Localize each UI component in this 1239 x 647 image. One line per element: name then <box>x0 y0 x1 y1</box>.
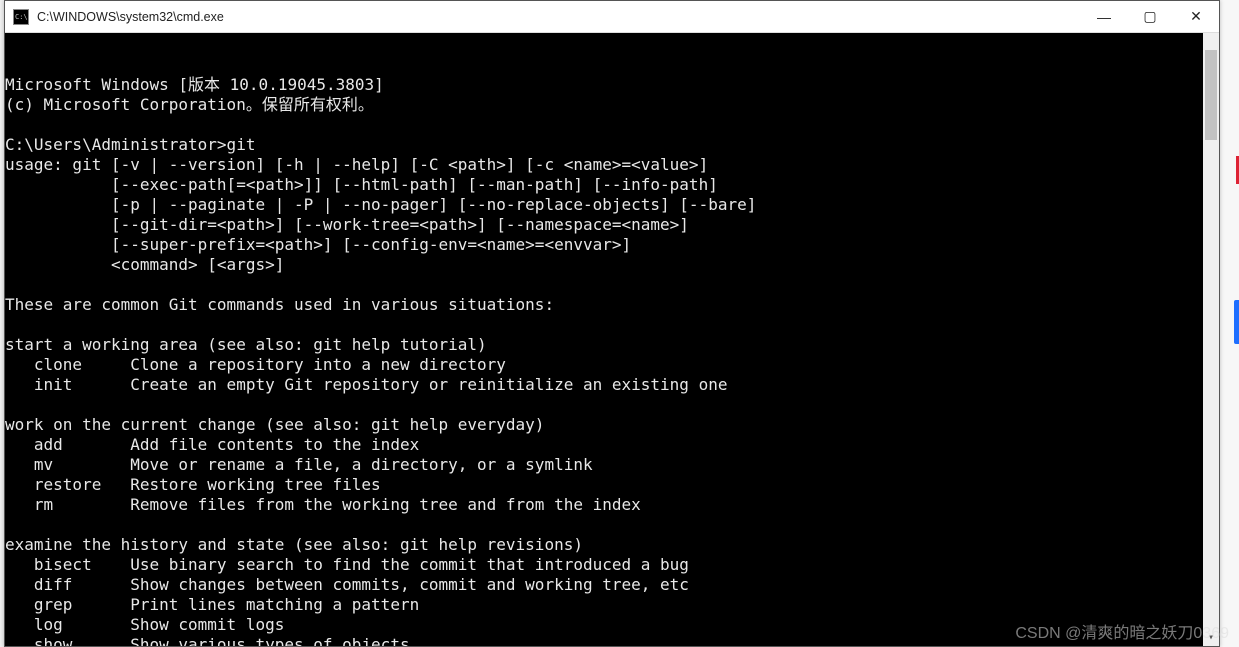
terminal-line: bisect Use binary search to find the com… <box>5 555 1219 575</box>
terminal-line: <command> [<args>] <box>5 255 1219 275</box>
terminal-line: examine the history and state (see also:… <box>5 535 1219 555</box>
titlebar[interactable]: C:\WINDOWS\system32\cmd.exe — ▢ ✕ <box>5 1 1219 33</box>
terminal-line: restore Restore working tree files <box>5 475 1219 495</box>
terminal-line <box>5 275 1219 295</box>
terminal-line: C:\Users\Administrator>git <box>5 135 1219 155</box>
close-icon: ✕ <box>1190 8 1202 25</box>
terminal-line: start a working area (see also: git help… <box>5 335 1219 355</box>
minimize-icon: — <box>1097 9 1111 25</box>
maximize-icon: ▢ <box>1143 8 1156 25</box>
cmd-icon <box>13 9 29 25</box>
terminal-line: Microsoft Windows [版本 10.0.19045.3803] <box>5 75 1219 95</box>
scroll-thumb[interactable] <box>1205 50 1217 140</box>
terminal-line: (c) Microsoft Corporation。保留所有权利。 <box>5 95 1219 115</box>
scroll-track[interactable] <box>1203 50 1219 629</box>
terminal-line <box>5 315 1219 335</box>
terminal-line: show Show various types of objects <box>5 635 1219 646</box>
terminal-line: log Show commit logs <box>5 615 1219 635</box>
terminal-line: [--exec-path[=<path>]] [--html-path] [--… <box>5 175 1219 195</box>
terminal-line: mv Move or rename a file, a directory, o… <box>5 455 1219 475</box>
terminal-line: These are common Git commands used in va… <box>5 295 1219 315</box>
terminal-line: grep Print lines matching a pattern <box>5 595 1219 615</box>
terminal-line <box>5 395 1219 415</box>
close-button[interactable]: ✕ <box>1173 1 1219 32</box>
terminal-line <box>5 115 1219 135</box>
terminal-line: usage: git [-v | --version] [-h | --help… <box>5 155 1219 175</box>
terminal-line: work on the current change (see also: gi… <box>5 415 1219 435</box>
vertical-scrollbar[interactable]: ▴ ▾ <box>1203 33 1219 646</box>
terminal-output[interactable]: Microsoft Windows [版本 10.0.19045.3803](c… <box>5 33 1219 646</box>
terminal-line: diff Show changes between commits, commi… <box>5 575 1219 595</box>
terminal-line: clone Clone a repository into a new dire… <box>5 355 1219 375</box>
terminal-line: [--git-dir=<path>] [--work-tree=<path>] … <box>5 215 1219 235</box>
terminal-line <box>5 515 1219 535</box>
cmd-window: C:\WINDOWS\system32\cmd.exe — ▢ ✕ Micros… <box>4 0 1220 647</box>
scroll-down-button[interactable]: ▾ <box>1203 629 1219 646</box>
minimize-button[interactable]: — <box>1081 1 1127 32</box>
window-controls: — ▢ ✕ <box>1081 1 1219 32</box>
background-sidebar-hint <box>1220 0 1239 647</box>
bg-blue-marker <box>1234 300 1239 344</box>
terminal-line: [-p | --paginate | -P | --no-pager] [--n… <box>5 195 1219 215</box>
terminal-line: rm Remove files from the working tree an… <box>5 495 1219 515</box>
terminal-line: add Add file contents to the index <box>5 435 1219 455</box>
maximize-button[interactable]: ▢ <box>1127 1 1173 32</box>
window-title: C:\WINDOWS\system32\cmd.exe <box>37 10 1081 24</box>
terminal-line: init Create an empty Git repository or r… <box>5 375 1219 395</box>
terminal-line: [--super-prefix=<path>] [--config-env=<n… <box>5 235 1219 255</box>
